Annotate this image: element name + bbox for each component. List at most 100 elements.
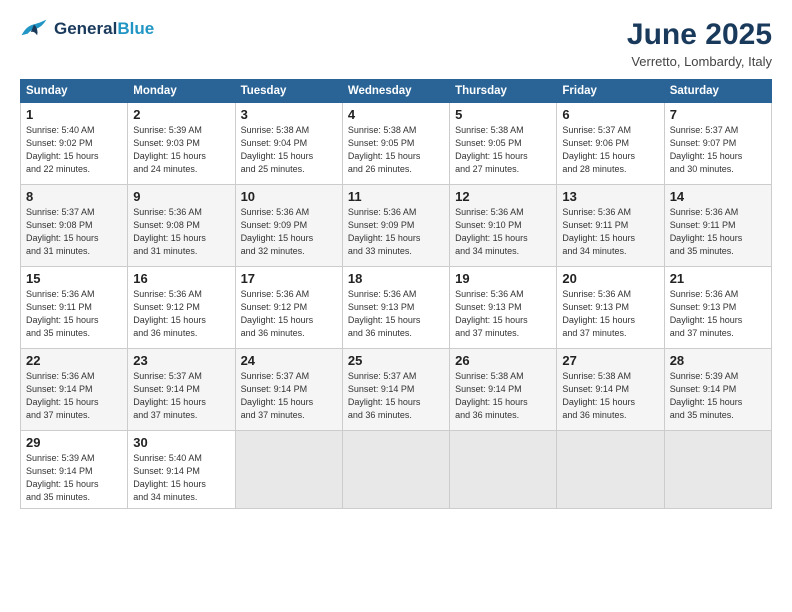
calendar-cell: 1 Sunrise: 5:40 AM Sunset: 9:02 PM Daylig… xyxy=(21,103,128,185)
day-number: 9 xyxy=(133,189,229,204)
calendar-cell: 5 Sunrise: 5:38 AM Sunset: 9:05 PM Daylig… xyxy=(450,103,557,185)
title-block: June 2025 Verretto, Lombardy, Italy xyxy=(627,18,772,69)
calendar-week-row: 15Sunrise: 5:36 AM Sunset: 9:11 PM Dayli… xyxy=(21,267,772,349)
calendar-cell: 7 Sunrise: 5:37 AM Sunset: 9:07 PM Daylig… xyxy=(664,103,771,185)
day-number: 24 xyxy=(241,353,337,368)
day-info: Sunrise: 5:38 AM Sunset: 9:14 PM Dayligh… xyxy=(562,370,658,422)
day-info: Sunrise: 5:36 AM Sunset: 9:11 PM Dayligh… xyxy=(562,206,658,258)
calendar-title: June 2025 xyxy=(627,18,772,52)
day-number: 16 xyxy=(133,271,229,286)
calendar-cell: 18Sunrise: 5:36 AM Sunset: 9:13 PM Dayli… xyxy=(342,267,449,349)
day-number: 10 xyxy=(241,189,337,204)
day-info: Sunrise: 5:36 AM Sunset: 9:09 PM Dayligh… xyxy=(348,206,444,258)
day-info: Sunrise: 5:36 AM Sunset: 9:13 PM Dayligh… xyxy=(455,288,551,340)
day-number: 7 xyxy=(670,107,766,122)
day-info: Sunrise: 5:38 AM Sunset: 9:14 PM Dayligh… xyxy=(455,370,551,422)
calendar-cell: 17Sunrise: 5:36 AM Sunset: 9:12 PM Dayli… xyxy=(235,267,342,349)
calendar-body: 1 Sunrise: 5:40 AM Sunset: 9:02 PM Daylig… xyxy=(21,103,772,509)
day-info: Sunrise: 5:37 AM Sunset: 9:14 PM Dayligh… xyxy=(348,370,444,422)
calendar-cell: 28 Sunrise: 5:39 AM Sunset: 9:14 PM Dayli… xyxy=(664,349,771,431)
calendar-cell: 23Sunrise: 5:37 AM Sunset: 9:14 PM Dayli… xyxy=(128,349,235,431)
weekday-header-row: SundayMondayTuesdayWednesdayThursdayFrid… xyxy=(21,80,772,103)
calendar-table: SundayMondayTuesdayWednesdayThursdayFrid… xyxy=(20,79,772,509)
calendar-cell: 16 Sunrise: 5:36 AM Sunset: 9:12 PM Dayli… xyxy=(128,267,235,349)
calendar-cell: 22 Sunrise: 5:36 AM Sunset: 9:14 PM Dayli… xyxy=(21,349,128,431)
calendar-cell: 24 Sunrise: 5:37 AM Sunset: 9:14 PM Dayli… xyxy=(235,349,342,431)
day-info: Sunrise: 5:39 AM Sunset: 9:14 PM Dayligh… xyxy=(26,452,122,504)
day-number: 22 xyxy=(26,353,122,368)
day-info: Sunrise: 5:36 AM Sunset: 9:09 PM Dayligh… xyxy=(241,206,337,258)
page: GeneralBlue June 2025 Verretto, Lombardy… xyxy=(0,0,792,612)
day-number: 2 xyxy=(133,107,229,122)
calendar-cell: 15Sunrise: 5:36 AM Sunset: 9:11 PM Dayli… xyxy=(21,267,128,349)
day-number: 14 xyxy=(670,189,766,204)
calendar-week-row: 29 Sunrise: 5:39 AM Sunset: 9:14 PM Dayli… xyxy=(21,431,772,509)
day-info: Sunrise: 5:37 AM Sunset: 9:14 PM Dayligh… xyxy=(241,370,337,422)
day-info: Sunrise: 5:37 AM Sunset: 9:08 PM Dayligh… xyxy=(26,206,122,258)
weekday-header: Wednesday xyxy=(342,80,449,103)
day-info: Sunrise: 5:37 AM Sunset: 9:06 PM Dayligh… xyxy=(562,124,658,176)
day-number: 6 xyxy=(562,107,658,122)
calendar-cell: 6 Sunrise: 5:37 AM Sunset: 9:06 PM Daylig… xyxy=(557,103,664,185)
calendar-cell: 9Sunrise: 5:36 AM Sunset: 9:08 PM Daylig… xyxy=(128,185,235,267)
day-number: 30 xyxy=(133,435,229,450)
weekday-header: Sunday xyxy=(21,80,128,103)
day-number: 1 xyxy=(26,107,122,122)
day-number: 19 xyxy=(455,271,551,286)
weekday-header: Friday xyxy=(557,80,664,103)
logo-icon xyxy=(20,18,48,40)
calendar-cell xyxy=(664,431,771,509)
calendar-cell: 25 Sunrise: 5:37 AM Sunset: 9:14 PM Dayli… xyxy=(342,349,449,431)
day-info: Sunrise: 5:36 AM Sunset: 9:13 PM Dayligh… xyxy=(562,288,658,340)
calendar-cell: 21 Sunrise: 5:36 AM Sunset: 9:13 PM Dayli… xyxy=(664,267,771,349)
day-number: 5 xyxy=(455,107,551,122)
calendar-cell xyxy=(450,431,557,509)
calendar-cell: 13Sunrise: 5:36 AM Sunset: 9:11 PM Dayli… xyxy=(557,185,664,267)
day-info: Sunrise: 5:36 AM Sunset: 9:11 PM Dayligh… xyxy=(670,206,766,258)
day-number: 29 xyxy=(26,435,122,450)
calendar-cell: 3Sunrise: 5:38 AM Sunset: 9:04 PM Daylig… xyxy=(235,103,342,185)
calendar-cell: 29 Sunrise: 5:39 AM Sunset: 9:14 PM Dayli… xyxy=(21,431,128,509)
day-info: Sunrise: 5:36 AM Sunset: 9:12 PM Dayligh… xyxy=(133,288,229,340)
day-number: 12 xyxy=(455,189,551,204)
day-info: Sunrise: 5:40 AM Sunset: 9:02 PM Dayligh… xyxy=(26,124,122,176)
calendar-cell xyxy=(557,431,664,509)
calendar-cell: 12 Sunrise: 5:36 AM Sunset: 9:10 PM Dayli… xyxy=(450,185,557,267)
header: GeneralBlue June 2025 Verretto, Lombardy… xyxy=(20,18,772,69)
logo-text: GeneralBlue xyxy=(54,20,154,39)
day-info: Sunrise: 5:39 AM Sunset: 9:03 PM Dayligh… xyxy=(133,124,229,176)
calendar-subtitle: Verretto, Lombardy, Italy xyxy=(627,54,772,69)
calendar-cell: 14 Sunrise: 5:36 AM Sunset: 9:11 PM Dayli… xyxy=(664,185,771,267)
calendar-cell: 4Sunrise: 5:38 AM Sunset: 9:05 PM Daylig… xyxy=(342,103,449,185)
weekday-header: Thursday xyxy=(450,80,557,103)
day-number: 27 xyxy=(562,353,658,368)
calendar-week-row: 22 Sunrise: 5:36 AM Sunset: 9:14 PM Dayli… xyxy=(21,349,772,431)
day-info: Sunrise: 5:38 AM Sunset: 9:04 PM Dayligh… xyxy=(241,124,337,176)
day-info: Sunrise: 5:36 AM Sunset: 9:13 PM Dayligh… xyxy=(670,288,766,340)
day-info: Sunrise: 5:36 AM Sunset: 9:14 PM Dayligh… xyxy=(26,370,122,422)
day-number: 11 xyxy=(348,189,444,204)
calendar-week-row: 1 Sunrise: 5:40 AM Sunset: 9:02 PM Daylig… xyxy=(21,103,772,185)
day-number: 25 xyxy=(348,353,444,368)
day-info: Sunrise: 5:37 AM Sunset: 9:07 PM Dayligh… xyxy=(670,124,766,176)
day-number: 15 xyxy=(26,271,122,286)
day-number: 26 xyxy=(455,353,551,368)
day-info: Sunrise: 5:39 AM Sunset: 9:14 PM Dayligh… xyxy=(670,370,766,422)
calendar-cell: 2 Sunrise: 5:39 AM Sunset: 9:03 PM Daylig… xyxy=(128,103,235,185)
day-info: Sunrise: 5:38 AM Sunset: 9:05 PM Dayligh… xyxy=(455,124,551,176)
day-info: Sunrise: 5:36 AM Sunset: 9:10 PM Dayligh… xyxy=(455,206,551,258)
calendar-cell: 27 Sunrise: 5:38 AM Sunset: 9:14 PM Dayli… xyxy=(557,349,664,431)
calendar-cell: 30Sunrise: 5:40 AM Sunset: 9:14 PM Dayli… xyxy=(128,431,235,509)
weekday-header: Monday xyxy=(128,80,235,103)
day-number: 21 xyxy=(670,271,766,286)
calendar-cell: 19 Sunrise: 5:36 AM Sunset: 9:13 PM Dayli… xyxy=(450,267,557,349)
weekday-header: Saturday xyxy=(664,80,771,103)
day-number: 28 xyxy=(670,353,766,368)
day-info: Sunrise: 5:36 AM Sunset: 9:12 PM Dayligh… xyxy=(241,288,337,340)
day-number: 18 xyxy=(348,271,444,286)
day-number: 8 xyxy=(26,189,122,204)
calendar-cell: 11 Sunrise: 5:36 AM Sunset: 9:09 PM Dayli… xyxy=(342,185,449,267)
calendar-cell: 26 Sunrise: 5:38 AM Sunset: 9:14 PM Dayli… xyxy=(450,349,557,431)
logo: GeneralBlue xyxy=(20,18,154,40)
day-number: 20 xyxy=(562,271,658,286)
